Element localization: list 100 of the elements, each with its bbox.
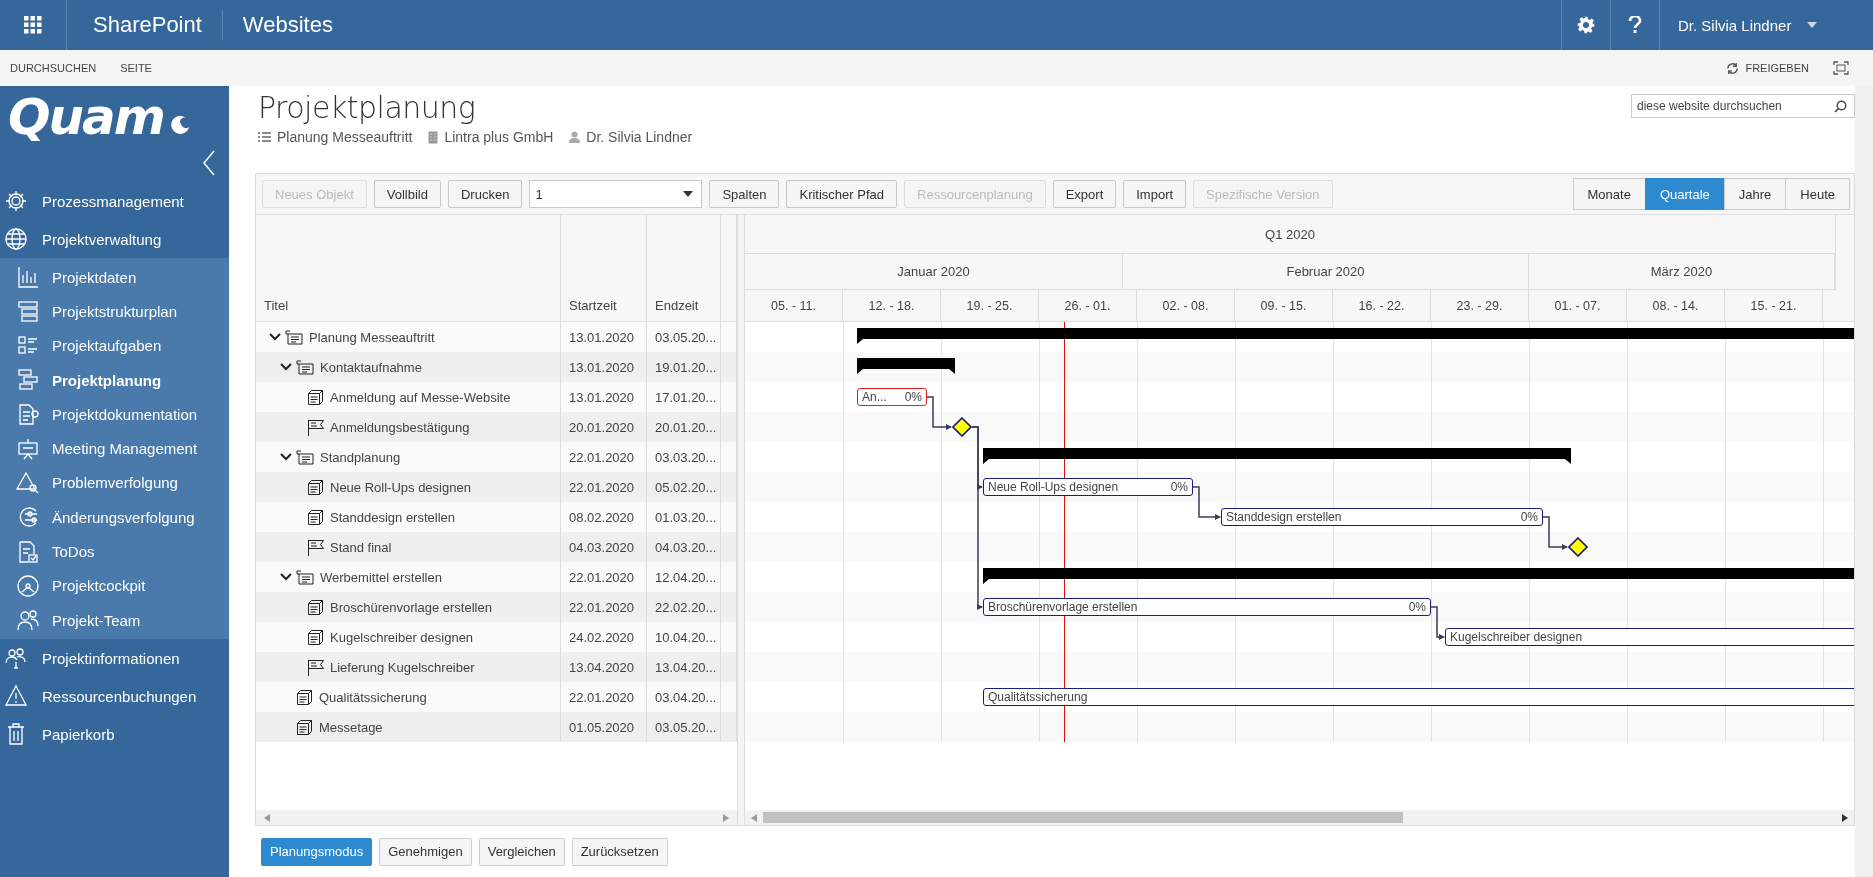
- bar-label: Broschürenvorlage erstellen: [988, 600, 1138, 614]
- milestone-diamond[interactable]: [952, 417, 972, 437]
- people-info-icon: [4, 646, 28, 671]
- chevron-down-icon[interactable]: [269, 333, 281, 341]
- nav-item[interactable]: Ressourcenbuchungen: [0, 677, 229, 716]
- mode-button[interactable]: Vergleichen: [478, 837, 565, 866]
- scrollbar-thumb[interactable]: [763, 812, 1403, 823]
- quarter-label: Q1 2020: [1265, 226, 1315, 242]
- nav-item[interactable]: Projekt-Team: [0, 602, 229, 638]
- bar-label: Kugelschreiber designen: [1450, 630, 1583, 644]
- week-label: 16. - 22.: [1358, 298, 1405, 313]
- toolbar-button[interactable]: Export: [1052, 180, 1117, 208]
- site-title[interactable]: Websites: [222, 0, 353, 50]
- week-label: 12. - 18.: [868, 298, 915, 313]
- view-tab[interactable]: Monate: [1572, 178, 1646, 210]
- nav-item[interactable]: ToDos: [0, 534, 229, 569]
- globe-icon: [4, 227, 28, 251]
- week-label: 23. - 29.: [1456, 298, 1503, 313]
- page-title: Projektplanung: [258, 90, 477, 125]
- bar-percent: 0%: [1520, 510, 1538, 524]
- nav-item[interactable]: Projektinformationen: [0, 639, 229, 678]
- bar-percent: 0%: [904, 390, 922, 404]
- bar-label: Neue Roll-Ups designen: [988, 480, 1119, 494]
- collapse-icon[interactable]: [203, 150, 215, 176]
- column-header[interactable]: Endzeit: [647, 215, 721, 321]
- summary-bar[interactable]: [857, 328, 1854, 344]
- chevron-down-icon[interactable]: [280, 453, 292, 461]
- brand-name[interactable]: SharePoint: [67, 10, 223, 40]
- week-label: 05. - 11.: [771, 298, 816, 313]
- nav-item[interactable]: Prozessmanagement: [0, 182, 229, 220]
- toolbar-button[interactable]: Drucken: [447, 180, 523, 208]
- chevron-down-icon[interactable]: [280, 363, 292, 371]
- week-label: 15. - 21.: [1750, 298, 1797, 313]
- version-dropdown[interactable]: 1: [529, 180, 703, 208]
- nav-item[interactable]: Projektdaten: [0, 260, 229, 295]
- toolbar-button[interactable]: Vollbild: [373, 180, 441, 208]
- task-bar[interactable]: An... 0%: [857, 388, 927, 406]
- warning-search-icon: [16, 470, 40, 495]
- week-label: 02. - 08.: [1162, 298, 1209, 313]
- gear-icon: [4, 189, 28, 213]
- week-label: 26. - 01.: [1064, 298, 1111, 313]
- nav-item[interactable]: Projektplanung: [0, 362, 229, 398]
- nav-item[interactable]: Projektcockpit: [0, 568, 229, 603]
- task-bar[interactable]: Standdesign erstellen 0%: [1221, 508, 1543, 526]
- summary-bar[interactable]: [857, 358, 955, 374]
- toolbar-button[interactable]: Kritischer Pfad: [786, 180, 898, 208]
- share-link[interactable]: FREIGEBEN: [1745, 62, 1809, 74]
- week-label: 01. - 07.: [1554, 298, 1601, 313]
- search-field[interactable]: diese website durchsuchen: [1631, 94, 1855, 118]
- bar-percent: 0%: [1170, 480, 1188, 494]
- structure-icon: [16, 299, 40, 324]
- person-icon: [569, 131, 581, 143]
- sync-icon: [1726, 61, 1740, 75]
- document-icon: [16, 402, 40, 427]
- page-scrollbar[interactable]: [1855, 86, 1873, 877]
- document-check-icon: [16, 539, 40, 564]
- toolbar-button[interactable]: Import: [1123, 180, 1187, 208]
- milestone-diamond[interactable]: [1568, 537, 1588, 557]
- week-label: 19. - 25.: [966, 298, 1013, 313]
- chevron-down-icon[interactable]: [280, 573, 292, 581]
- view-tab[interactable]: Heute: [1785, 178, 1850, 210]
- mode-button[interactable]: Planungsmodus: [261, 837, 373, 866]
- ribbon-tab[interactable]: SEITE: [120, 62, 152, 74]
- splitter-handle[interactable]: [737, 215, 745, 825]
- bar-label: Qualitätssicherung: [988, 690, 1088, 704]
- summary-bar[interactable]: [983, 448, 1571, 464]
- search-icon[interactable]: [1834, 100, 1847, 113]
- toolbar-button[interactable]: Spalten: [709, 180, 780, 208]
- task-bar[interactable]: Kugelschreiber designen: [1445, 628, 1854, 646]
- end-date-cell: 03.05.20...: [647, 712, 721, 742]
- focus-mode-icon[interactable]: [1833, 61, 1849, 75]
- nav-item[interactable]: Meeting Management: [0, 431, 229, 466]
- mode-button[interactable]: Genehmigen: [379, 837, 472, 866]
- list-icon: [258, 132, 271, 142]
- ribbon-tab[interactable]: DURCHSUCHEN: [10, 62, 97, 74]
- timeline-icon: [16, 368, 40, 393]
- nav-item[interactable]: Änderungsverfolgung: [0, 500, 229, 535]
- gauge-icon: [16, 573, 40, 598]
- nav-item[interactable]: Projektaufgaben: [0, 328, 229, 363]
- bar-label: Standdesign erstellen: [1226, 510, 1342, 524]
- nav-item[interactable]: Projektdokumentation: [0, 397, 229, 432]
- view-tab[interactable]: Quartale: [1644, 178, 1725, 210]
- nav-item[interactable]: Problemverfolgung: [0, 465, 229, 501]
- nav-item[interactable]: Papierkorb: [0, 715, 229, 754]
- caret-icon: [1807, 22, 1818, 28]
- task-bar[interactable]: Neue Roll-Ups designen 0%: [983, 478, 1193, 496]
- task-bar[interactable]: Qualitätssicherung: [983, 688, 1854, 706]
- summary-bar[interactable]: [983, 568, 1854, 584]
- column-header[interactable]: Titel: [256, 215, 561, 321]
- month-label: März 2020: [1650, 264, 1713, 279]
- view-tab[interactable]: Jahre: [1723, 178, 1787, 210]
- owner-name: Dr. Silvia Lindner: [586, 129, 693, 145]
- nav-item[interactable]: Projektverwaltung: [0, 220, 229, 258]
- week-label: 08. - 14.: [1652, 298, 1699, 313]
- scroll-right-icon[interactable]: [1842, 813, 1848, 822]
- column-header[interactable]: Startzeit: [561, 215, 647, 321]
- task-bar[interactable]: Broschürenvorlage erstellen 0%: [983, 598, 1431, 616]
- mode-button[interactable]: Zurücksetzen: [571, 837, 668, 866]
- dropdown-caret-icon: [683, 191, 694, 197]
- nav-item[interactable]: Projektstrukturplan: [0, 294, 229, 329]
